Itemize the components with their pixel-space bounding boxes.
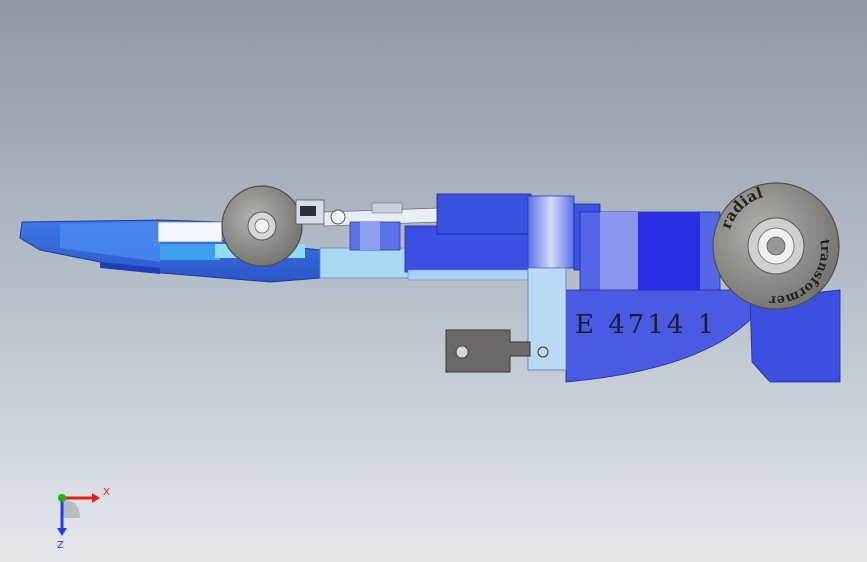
x-axis-arrow-icon	[92, 493, 100, 503]
right-wheel: radial transformer	[712, 182, 840, 310]
cad-viewport[interactable]: E 4714 1 radial transformer X Z	[0, 0, 867, 562]
x-axis-label: X	[103, 487, 110, 498]
z-axis-arrow-icon	[57, 528, 67, 536]
z-axis-label: Z	[57, 540, 64, 550]
orientation-triad[interactable]: X Z	[40, 480, 130, 550]
part-number-text: E 4714 1	[575, 310, 717, 340]
y-axis-point-icon	[58, 494, 66, 502]
triad-plane-shade	[62, 500, 80, 518]
left-wheel	[221, 185, 303, 267]
center-assembly	[319, 193, 601, 281]
bracket-and-key	[445, 267, 567, 373]
3d-model[interactable]: E 4714 1 radial transformer	[0, 0, 867, 562]
